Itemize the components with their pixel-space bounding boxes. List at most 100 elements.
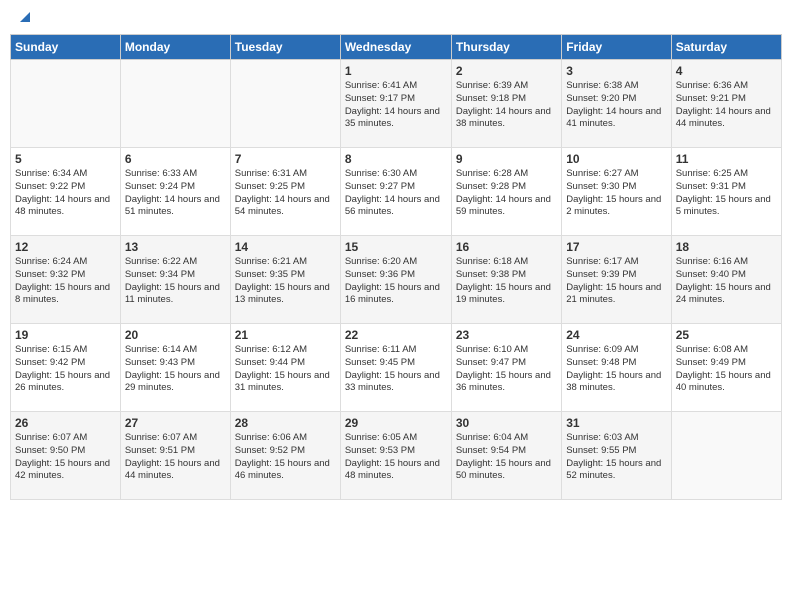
- day-number: 30: [456, 416, 557, 430]
- calendar-cell: 17Sunrise: 6:17 AM Sunset: 9:39 PM Dayli…: [562, 236, 671, 324]
- day-info-text: Sunrise: 6:21 AM Sunset: 9:35 PM Dayligh…: [235, 256, 336, 307]
- day-info-text: Sunrise: 6:17 AM Sunset: 9:39 PM Dayligh…: [566, 256, 666, 307]
- calendar-cell: 30 Sunrise: 6:04 AM Sunset: 9:54 PM Dayli…: [451, 412, 561, 500]
- day-info-text: Sunrise: 6:15 AM Sunset: 9:42 PM Dayligh…: [15, 344, 116, 395]
- day-info-text: Sunrise: 6:22 AM Sunset: 9:34 PM Dayligh…: [125, 256, 226, 307]
- day-number: 7: [235, 152, 336, 166]
- calendar-header-row: SundayMondayTuesdayWednesdayThursdayFrid…: [11, 35, 782, 60]
- page-header: [10, 10, 782, 26]
- day-number: 3: [566, 64, 666, 78]
- day-number: 16: [456, 240, 557, 254]
- day-info-text: Sunrise: 6:18 AM Sunset: 9:38 PM Dayligh…: [456, 256, 557, 307]
- day-number: 31: [566, 416, 666, 430]
- calendar-week-row: 19 Sunrise: 6:15 AM Sunset: 9:42 PM Dayli…: [11, 324, 782, 412]
- day-info-text: Sunrise: 6:38 AM Sunset: 9:20 PM Dayligh…: [566, 80, 666, 131]
- day-info-text: Sunrise: 6:31 AM Sunset: 9:25 PM Dayligh…: [235, 168, 336, 219]
- day-number: 8: [345, 152, 447, 166]
- day-header-sunday: Sunday: [11, 35, 121, 60]
- day-info-text: Sunrise: 6:08 AM Sunset: 9:49 PM Dayligh…: [676, 344, 777, 395]
- calendar-cell: 6 Sunrise: 6:33 AM Sunset: 9:24 PM Daylig…: [120, 148, 230, 236]
- calendar-cell: 14 Sunrise: 6:21 AM Sunset: 9:35 PM Dayli…: [230, 236, 340, 324]
- day-info-text: Sunrise: 6:16 AM Sunset: 9:40 PM Dayligh…: [676, 256, 777, 307]
- day-info-text: Sunrise: 6:34 AM Sunset: 9:22 PM Dayligh…: [15, 168, 116, 219]
- day-info-text: Sunrise: 6:41 AM Sunset: 9:17 PM Dayligh…: [345, 80, 447, 131]
- calendar-cell: 12 Sunrise: 6:24 AM Sunset: 9:32 PM Dayli…: [11, 236, 121, 324]
- day-number: 13: [125, 240, 226, 254]
- day-info-text: Sunrise: 6:33 AM Sunset: 9:24 PM Dayligh…: [125, 168, 226, 219]
- day-header-tuesday: Tuesday: [230, 35, 340, 60]
- day-number: 10: [566, 152, 666, 166]
- day-number: 27: [125, 416, 226, 430]
- calendar-cell: 26 Sunrise: 6:07 AM Sunset: 9:50 PM Dayli…: [11, 412, 121, 500]
- day-info-text: Sunrise: 6:04 AM Sunset: 9:54 PM Dayligh…: [456, 432, 557, 483]
- day-number: 29: [345, 416, 447, 430]
- day-number: 23: [456, 328, 557, 342]
- calendar-cell: 25 Sunrise: 6:08 AM Sunset: 9:49 PM Dayli…: [671, 324, 781, 412]
- day-number: 24: [566, 328, 666, 342]
- calendar-cell: 8 Sunrise: 6:30 AM Sunset: 9:27 PM Daylig…: [340, 148, 451, 236]
- calendar-cell: 19 Sunrise: 6:15 AM Sunset: 9:42 PM Dayli…: [11, 324, 121, 412]
- day-number: 15: [345, 240, 447, 254]
- calendar-cell: 13 Sunrise: 6:22 AM Sunset: 9:34 PM Dayli…: [120, 236, 230, 324]
- day-number: 22: [345, 328, 447, 342]
- calendar-cell: 16 Sunrise: 6:18 AM Sunset: 9:38 PM Dayli…: [451, 236, 561, 324]
- calendar-cell: 7 Sunrise: 6:31 AM Sunset: 9:25 PM Daylig…: [230, 148, 340, 236]
- day-info-text: Sunrise: 6:27 AM Sunset: 9:30 PM Dayligh…: [566, 168, 666, 219]
- logo-icon: [16, 8, 34, 26]
- day-number: 6: [125, 152, 226, 166]
- calendar-cell: [671, 412, 781, 500]
- calendar-cell: 22Sunrise: 6:11 AM Sunset: 9:45 PM Dayli…: [340, 324, 451, 412]
- calendar-cell: 9 Sunrise: 6:28 AM Sunset: 9:28 PM Daylig…: [451, 148, 561, 236]
- calendar-cell: 2 Sunrise: 6:39 AM Sunset: 9:18 PM Daylig…: [451, 60, 561, 148]
- calendar-cell: 5 Sunrise: 6:34 AM Sunset: 9:22 PM Daylig…: [11, 148, 121, 236]
- calendar-week-row: 5 Sunrise: 6:34 AM Sunset: 9:22 PM Daylig…: [11, 148, 782, 236]
- day-info-text: Sunrise: 6:12 AM Sunset: 9:44 PM Dayligh…: [235, 344, 336, 395]
- day-info-text: Sunrise: 6:14 AM Sunset: 9:43 PM Dayligh…: [125, 344, 226, 395]
- calendar-cell: [120, 60, 230, 148]
- day-number: 14: [235, 240, 336, 254]
- day-info-text: Sunrise: 6:36 AM Sunset: 9:21 PM Dayligh…: [676, 80, 777, 131]
- day-info-text: Sunrise: 6:07 AM Sunset: 9:50 PM Dayligh…: [15, 432, 116, 483]
- day-header-saturday: Saturday: [671, 35, 781, 60]
- day-number: 11: [676, 152, 777, 166]
- day-number: 21: [235, 328, 336, 342]
- calendar-cell: 23 Sunrise: 6:10 AM Sunset: 9:47 PM Dayli…: [451, 324, 561, 412]
- day-header-friday: Friday: [562, 35, 671, 60]
- day-header-thursday: Thursday: [451, 35, 561, 60]
- day-info-text: Sunrise: 6:28 AM Sunset: 9:28 PM Dayligh…: [456, 168, 557, 219]
- day-number: 25: [676, 328, 777, 342]
- calendar-cell: [230, 60, 340, 148]
- day-number: 9: [456, 152, 557, 166]
- day-info-text: Sunrise: 6:30 AM Sunset: 9:27 PM Dayligh…: [345, 168, 447, 219]
- day-info-text: Sunrise: 6:10 AM Sunset: 9:47 PM Dayligh…: [456, 344, 557, 395]
- day-info-text: Sunrise: 6:20 AM Sunset: 9:36 PM Dayligh…: [345, 256, 447, 307]
- calendar-cell: 31Sunrise: 6:03 AM Sunset: 9:55 PM Dayli…: [562, 412, 671, 500]
- day-info-text: Sunrise: 6:24 AM Sunset: 9:32 PM Dayligh…: [15, 256, 116, 307]
- calendar-cell: 15 Sunrise: 6:20 AM Sunset: 9:36 PM Dayli…: [340, 236, 451, 324]
- day-number: 19: [15, 328, 116, 342]
- calendar-cell: 29 Sunrise: 6:05 AM Sunset: 9:53 PM Dayli…: [340, 412, 451, 500]
- day-info-text: Sunrise: 6:09 AM Sunset: 9:48 PM Dayligh…: [566, 344, 666, 395]
- day-number: 20: [125, 328, 226, 342]
- calendar-cell: [11, 60, 121, 148]
- day-header-wednesday: Wednesday: [340, 35, 451, 60]
- day-number: 26: [15, 416, 116, 430]
- calendar-cell: 10 Sunrise: 6:27 AM Sunset: 9:30 PM Dayli…: [562, 148, 671, 236]
- day-info-text: Sunrise: 6:25 AM Sunset: 9:31 PM Dayligh…: [676, 168, 777, 219]
- calendar-week-row: 12 Sunrise: 6:24 AM Sunset: 9:32 PM Dayli…: [11, 236, 782, 324]
- day-info-text: Sunrise: 6:39 AM Sunset: 9:18 PM Dayligh…: [456, 80, 557, 131]
- day-number: 28: [235, 416, 336, 430]
- calendar-cell: 18Sunrise: 6:16 AM Sunset: 9:40 PM Dayli…: [671, 236, 781, 324]
- calendar-cell: 21 Sunrise: 6:12 AM Sunset: 9:44 PM Dayli…: [230, 324, 340, 412]
- calendar-cell: 3 Sunrise: 6:38 AM Sunset: 9:20 PM Daylig…: [562, 60, 671, 148]
- day-number: 12: [15, 240, 116, 254]
- day-info-text: Sunrise: 6:06 AM Sunset: 9:52 PM Dayligh…: [235, 432, 336, 483]
- calendar-cell: 20 Sunrise: 6:14 AM Sunset: 9:43 PM Dayli…: [120, 324, 230, 412]
- day-header-monday: Monday: [120, 35, 230, 60]
- logo: [14, 10, 34, 26]
- calendar-week-row: 1 Sunrise: 6:41 AM Sunset: 9:17 PM Daylig…: [11, 60, 782, 148]
- day-number: 2: [456, 64, 557, 78]
- day-number: 5: [15, 152, 116, 166]
- day-info-text: Sunrise: 6:05 AM Sunset: 9:53 PM Dayligh…: [345, 432, 447, 483]
- day-number: 1: [345, 64, 447, 78]
